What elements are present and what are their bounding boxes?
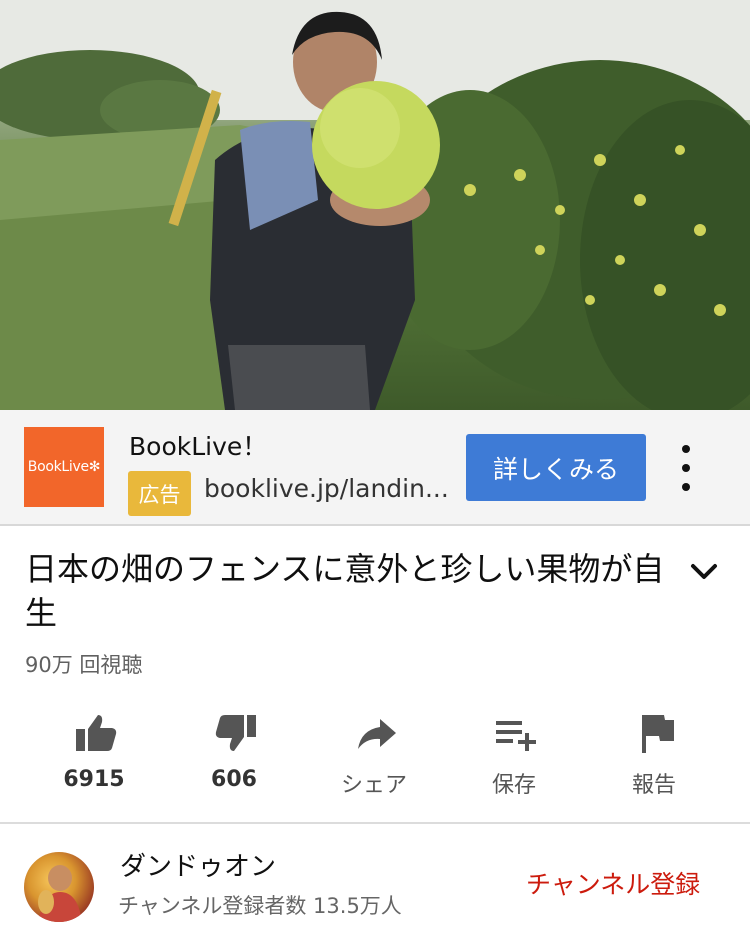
report-label: 報告: [631, 773, 676, 798]
subscriber-count: チャンネル登録者数 13.5万人: [118, 894, 402, 918]
flag-icon: [642, 715, 674, 753]
learn-more-button[interactable]: 詳しくみる: [466, 434, 646, 501]
like-count: 6915: [63, 767, 125, 792]
more-dot: [682, 483, 690, 491]
ad-url[interactable]: booklive.jp/landin...: [204, 474, 449, 503]
save-label: 保存: [491, 773, 536, 798]
video-frame-image: [0, 0, 750, 410]
share-button[interactable]: シェア: [304, 703, 444, 803]
dislike-count: 606: [211, 767, 257, 792]
subscribe-button[interactable]: チャンネル登録: [526, 865, 700, 901]
save-button[interactable]: 保存: [444, 703, 584, 803]
ad-badge: 広告: [128, 471, 191, 516]
more-dot: [682, 445, 690, 453]
divider: [0, 822, 750, 824]
ad-title[interactable]: BookLive！: [129, 427, 267, 463]
playlist-add-icon: [496, 721, 536, 751]
dislike-button[interactable]: 606: [164, 703, 304, 803]
view-count: 90万 回視聴: [25, 653, 143, 677]
advertiser-logo[interactable]: BookLive ✻: [24, 427, 104, 507]
report-button[interactable]: 報告: [584, 703, 724, 803]
chevron-down-icon[interactable]: [686, 558, 722, 586]
action-bar: 6915 606 シェア 保存 報告: [24, 703, 726, 803]
video-title[interactable]: 日本の畑のフェンスに意外と珍しい果物が自生: [25, 547, 675, 635]
more-dot: [682, 464, 690, 472]
share-label: シェア: [340, 773, 407, 798]
share-icon: [358, 719, 396, 749]
thumbs-down-icon: [215, 715, 256, 751]
channel-avatar[interactable]: [24, 852, 94, 922]
like-button[interactable]: 6915: [24, 703, 164, 803]
avatar-image: [38, 865, 82, 922]
sparkle-icon: ✻: [88, 459, 101, 475]
video-player[interactable]: [0, 0, 750, 410]
thumbs-up-icon: [76, 715, 117, 751]
advertiser-logo-text: BookLive: [27, 459, 89, 475]
channel-name[interactable]: ダンドゥオン: [120, 846, 276, 883]
more-options-icon[interactable]: [672, 445, 700, 491]
